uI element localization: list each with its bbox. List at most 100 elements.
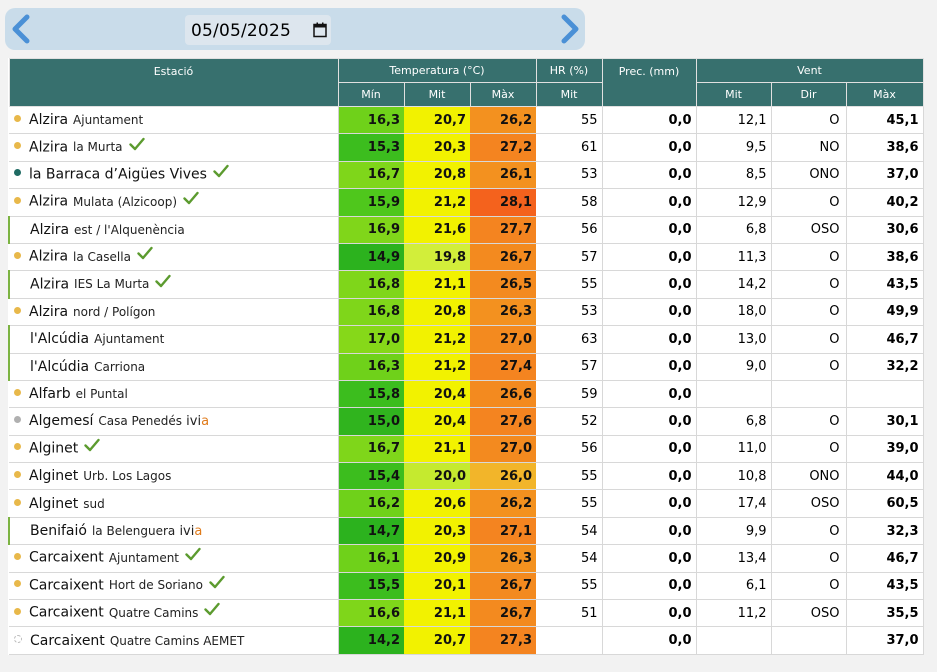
table-row[interactable]: Alzira est / l'Alquenència 16,9 21,6 27,7 56 0… [8,216,924,244]
temp-avg-cell: 20,3 [404,517,470,546]
station-town[interactable]: Alginet [29,468,78,484]
table-row[interactable]: Alzira IES La Murta 16,8 21,1 26,5 55 0,0 14,2 O… [8,270,924,299]
precipitation-cell: 0,0 [602,572,697,601]
table-row[interactable]: Alzira Ajuntament 16,3 20,7 26,2 55 0,0 12,1 O 45… [9,106,924,135]
calendar-icon[interactable] [313,22,327,38]
station-town[interactable]: Alzira [29,139,68,155]
station-town[interactable]: Alzira [29,304,68,320]
station-cell[interactable]: Alzira la Murta [9,133,339,162]
humidity-cell: 59 [536,380,603,409]
table-row[interactable]: Carcaixent Hort de Soriano 15,5 20,1 26,7 55 0… [9,572,924,601]
header-temp-avg[interactable]: Mit [403,82,471,107]
station-cell[interactable]: Carcaixent Quatre Camins [9,599,339,628]
header-temp-max[interactable]: Màx [469,82,537,107]
station-cell[interactable]: Alzira nord / Polígon [9,298,339,327]
table-row[interactable]: Alzira nord / Polígon 16,8 20,8 26,3 53 0,0 18,… [9,298,924,327]
station-town[interactable]: la Barraca d’Aigües Vives [29,166,207,182]
station-town[interactable]: Carcaixent [30,633,105,649]
station-town[interactable]: Carcaixent [29,550,104,566]
station-cell[interactable]: Alzira la Casella [9,243,339,272]
station-cell[interactable]: Alzira Mulata (Alzicoop) [9,188,339,217]
station-cell[interactable]: Algemesí Casa Penedés ivia [9,407,339,436]
temp-min-cell: 16,8 [338,270,404,299]
station-cell[interactable]: la Barraca d’Aigües Vives [9,161,339,190]
station-town[interactable]: Alzira [29,112,68,128]
wind-avg-cell: 6,8 [696,216,772,244]
wind-dir-cell: O [771,325,847,354]
precipitation-cell: 0,0 [602,626,697,655]
station-cell[interactable]: Alzira est / l'Alquenència [8,216,339,244]
station-town[interactable]: Carcaixent [29,577,104,593]
station-cell[interactable]: Carcaixent Ajuntament [9,544,339,573]
table-row[interactable]: Alfarb el Puntal 15,8 20,4 26,6 59 0,0 [9,380,924,409]
temp-max-cell: 26,1 [470,161,537,190]
temp-avg-cell: 20,0 [404,462,470,491]
station-town[interactable]: Alzira [29,249,68,265]
wind-avg-cell: 14,2 [696,270,772,299]
wind-avg-cell: 6,8 [696,407,772,436]
station-cell[interactable]: Alzira IES La Murta [8,270,339,299]
station-town[interactable]: Alginet [29,440,78,456]
station-town[interactable]: Alzira [30,276,69,292]
wind-avg-cell: 13,4 [696,544,772,573]
table-row[interactable]: Carcaixent Quatre Camins AEMET 14,2 20,7 27,… [9,626,924,655]
temp-max-cell: 27,6 [470,407,537,436]
station-cell[interactable]: l'Alcúdia Carriona [8,353,339,381]
table-row[interactable]: l'Alcúdia Carriona 16,3 21,2 27,4 57 0,0 9,0 O 32… [8,353,924,381]
wind-max-cell: 32,2 [846,353,924,381]
humidity-cell: 53 [536,298,603,327]
wind-dir-cell: O [771,572,847,601]
station-town[interactable]: Algemesí [29,413,93,429]
table-row[interactable]: l'Alcúdia Ajuntament 17,0 21,2 27,0 63 0,0 13,0… [8,325,924,354]
station-cell[interactable]: Benifaió la Belenguera ivia [8,517,339,546]
date-input[interactable]: 05/05/2025 [185,15,331,45]
station-cell[interactable]: l'Alcúdia Ajuntament [8,325,339,354]
chevron-right-icon[interactable] [556,14,584,44]
temp-max-cell: 27,2 [470,133,537,162]
table-row[interactable]: Carcaixent Quatre Camins 16,6 21,1 26,7 51 0,0… [9,599,924,628]
header-station[interactable]: Estació [8,58,339,107]
humidity-cell: 54 [536,544,603,573]
station-town[interactable]: Alzira [29,194,68,210]
table-row[interactable]: Algemesí Casa Penedés ivia 15,0 20,4 27,6 52 0… [9,407,924,436]
header-hr-avg[interactable]: Mit [535,82,603,107]
table-row[interactable]: Alzira la Murta 15,3 20,3 27,2 61 0,0 9,5 NO 38,6 [9,133,924,162]
station-town[interactable]: Carcaixent [29,605,104,621]
check-icon [209,575,225,593]
table-row[interactable]: la Barraca d’Aigües Vives 16,7 20,8 26,1 53 0… [9,161,924,190]
header-wind-avg[interactable]: Mit [695,82,772,107]
temp-min-cell: 16,1 [338,544,404,573]
header-wind-dir[interactable]: Dir [770,82,847,107]
header-wind-max[interactable]: Màx [845,82,924,107]
station-cell[interactable]: Alginet Urb. Los Lagos [9,462,339,491]
station-town[interactable]: l'Alcúdia [30,359,89,375]
table-row[interactable]: Alzira Mulata (Alzicoop) 15,9 21,2 28,1 58 0,0… [9,188,924,217]
station-town[interactable]: Alginet [29,496,78,512]
station-town[interactable]: Alfarb [29,386,71,402]
precipitation-cell: 0,0 [602,489,697,518]
station-cell[interactable]: Alginet sud [9,489,339,518]
table-row[interactable]: Alginet 16,7 21,1 27,0 56 0,0 11,0 O 39,0 [9,435,924,464]
station-cell[interactable]: Alginet [9,435,339,464]
table-row[interactable]: Alzira la Casella 14,9 19,8 26,7 57 0,0 11,3 O 38… [9,243,924,272]
station-cell[interactable]: Alzira Ajuntament [9,106,339,135]
humidity-cell: 53 [536,161,603,190]
station-town[interactable]: l'Alcúdia [30,331,89,347]
wind-max-cell: 37,0 [846,161,924,190]
table-row[interactable]: Carcaixent Ajuntament 16,1 20,9 26,3 54 0,0 13,… [9,544,924,573]
table-row[interactable]: Alginet sud 16,2 20,6 26,2 55 0,0 17,4 OSO 60,5 [9,489,924,518]
table-row[interactable]: Alginet Urb. Los Lagos 15,4 20,0 26,0 55 0,0 10… [9,462,924,491]
temp-min-cell: 15,3 [338,133,404,162]
station-status-dot [14,443,21,451]
chevron-left-icon[interactable] [7,14,35,44]
station-cell[interactable]: Alfarb el Puntal [9,380,339,409]
station-cell[interactable]: Carcaixent Quatre Camins AEMET [9,626,339,655]
wind-dir-cell: O [771,298,847,327]
check-icon [183,191,199,209]
header-temp-min[interactable]: Mín [337,82,405,107]
station-town[interactable]: Alzira [30,222,69,238]
precipitation-cell: 0,0 [602,517,697,546]
station-cell[interactable]: Carcaixent Hort de Soriano [9,572,339,601]
station-town[interactable]: Benifaió [30,523,87,539]
table-row[interactable]: Benifaió la Belenguera ivia 14,7 20,3 27,1 54… [8,517,924,546]
